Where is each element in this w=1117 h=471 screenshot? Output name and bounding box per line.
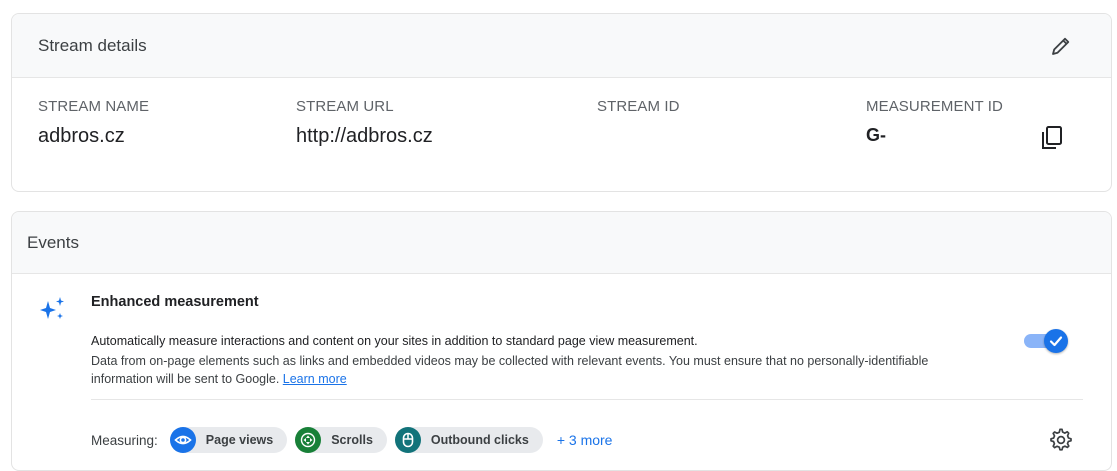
- copy-measurement-id-button[interactable]: [1039, 124, 1065, 152]
- learn-more-link[interactable]: Learn more: [283, 372, 347, 386]
- events-header: Events: [12, 212, 1111, 274]
- enhanced-measurement-description: Automatically measure interactions and c…: [91, 332, 991, 388]
- gear-icon: [1050, 428, 1072, 451]
- stream-name-label: STREAM NAME: [38, 98, 150, 115]
- stream-details-card: Stream details STREAM NAME adbros.cz STR…: [11, 13, 1112, 192]
- enhanced-measurement-desc-text: Data from on-page elements such as links…: [91, 354, 929, 386]
- stream-id-label: STREAM ID: [597, 98, 680, 115]
- divider: [91, 399, 1083, 400]
- measurement-id-label: MEASUREMENT ID: [866, 98, 1003, 115]
- pencil-icon: [1052, 37, 1070, 55]
- chip-label: Page views: [205, 433, 274, 447]
- stream-details-header: Stream details: [12, 14, 1111, 78]
- measurement-id-value: G-: [866, 125, 886, 145]
- stream-name-field: STREAM NAME adbros.cz: [38, 98, 149, 148]
- scroll-arrows-icon: [295, 427, 322, 453]
- enhanced-measurement-title: Enhanced measurement: [91, 294, 259, 310]
- copy-icon: [1042, 126, 1062, 149]
- stream-url-field: STREAM URL http://adbros.cz: [296, 98, 433, 148]
- sparkle-icon: [40, 297, 64, 319]
- enhanced-measurement-settings-button[interactable]: [1049, 428, 1073, 452]
- mouse-icon: [394, 427, 421, 453]
- chip-label: Scrolls: [331, 433, 373, 447]
- enhanced-measurement-desc-line2: Data from on-page elements such as links…: [91, 352, 991, 388]
- measuring-label: Measuring:: [91, 432, 158, 448]
- stream-name-value: adbros.cz: [38, 125, 125, 147]
- stream-url-label: STREAM URL: [296, 98, 394, 115]
- stream-details-title: Stream details: [38, 35, 147, 55]
- enhanced-measurement-desc-line1: Automatically measure interactions and c…: [91, 334, 698, 348]
- chip-label: Outbound clicks: [430, 433, 529, 447]
- stream-url-value: http://adbros.cz: [296, 125, 433, 147]
- stream-id-field: STREAM ID: [597, 98, 680, 125]
- measuring-row: Measuring: Page views Scrolls Outbound c…: [91, 427, 612, 453]
- measurement-id-field: MEASUREMENT ID G-: [866, 98, 1003, 146]
- more-events-link[interactable]: + 3 more: [557, 432, 613, 448]
- toggle-knob: [1044, 329, 1068, 353]
- events-card: Events Enhanced measurement Automaticall…: [11, 211, 1112, 471]
- enhanced-measurement-toggle[interactable]: [1022, 329, 1068, 353]
- chip-outbound-clicks[interactable]: Outbound clicks: [394, 427, 543, 453]
- edit-stream-button[interactable]: [1049, 34, 1073, 58]
- checkmark-icon: [1049, 336, 1063, 347]
- chip-page-views[interactable]: Page views: [169, 427, 288, 453]
- chip-scrolls[interactable]: Scrolls: [295, 427, 387, 453]
- eye-icon: [169, 427, 196, 453]
- events-title: Events: [27, 232, 79, 252]
